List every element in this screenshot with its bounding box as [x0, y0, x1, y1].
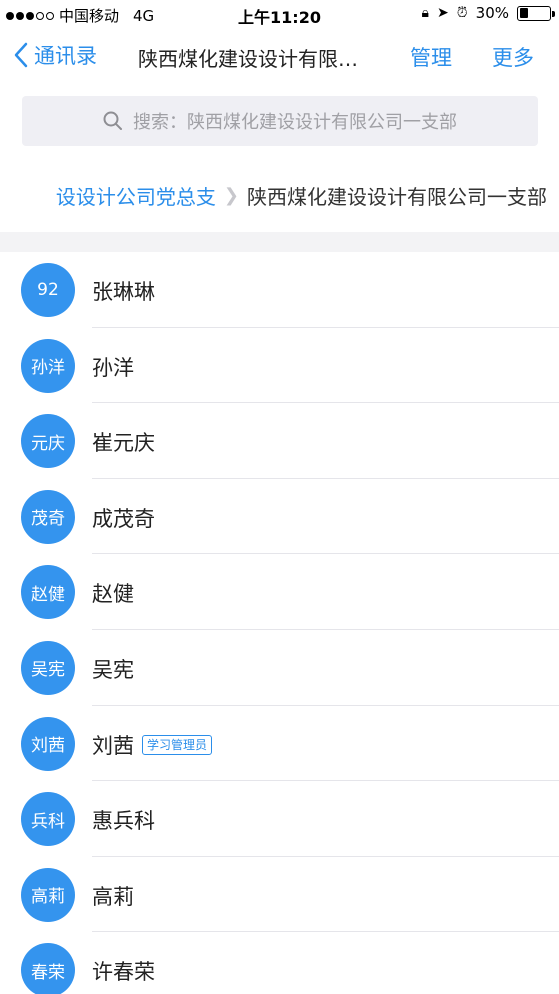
search-input[interactable]: 搜索：陕西煤化建设设计有限公司一支部 [22, 96, 538, 146]
manage-button[interactable]: 管理 [410, 42, 452, 72]
contact-name: 许春荣 [92, 960, 155, 985]
status-bar-right: 🔒︎ ➤ ⏰︎ 30% [421, 4, 555, 22]
avatar: 92 [21, 263, 75, 317]
avatar: 高莉 [21, 867, 75, 922]
navigation-bar: 通讯录 陕西煤化建设设计有限… 管理 更多 [0, 30, 559, 86]
contact-name: 高莉 [92, 884, 134, 909]
avatar: 春荣 [21, 943, 75, 994]
avatar: 刘茜 [21, 716, 75, 771]
contact-list: 92 张琳琳 孙洋 孙洋 元庆 崔元庆 茂奇 成茂奇 赵健 赵健 吴宪 吴宪 刘… [0, 252, 559, 994]
breadcrumb-current: 陕西煤化建设设计有限公司一支部 [247, 185, 547, 209]
avatar: 兵科 [21, 792, 75, 847]
contact-row[interactable]: 春荣 许春荣 [0, 932, 559, 994]
contact-row[interactable]: 92 张琳琳 [0, 252, 559, 328]
page-title: 陕西煤化建设设计有限… [138, 47, 358, 71]
battery-percent: 30% [475, 4, 509, 22]
rotation-lock-icon: 🔒︎ [421, 5, 429, 21]
contact-row[interactable]: 赵健 赵健 [0, 554, 559, 630]
location-arrow-icon: ➤ [437, 5, 449, 21]
chevron-left-icon [14, 42, 28, 68]
avatar: 茂奇 [21, 489, 75, 544]
battery-fill [519, 8, 529, 18]
battery-icon [517, 5, 555, 21]
avatar: 赵健 [21, 565, 75, 620]
avatar: 元庆 [21, 414, 75, 469]
back-label: 通讯录 [34, 44, 97, 68]
search-placeholder: 搜索：陕西煤化建设设计有限公司一支部 [133, 112, 457, 133]
search-icon [103, 111, 122, 130]
contact-row[interactable]: 茂奇 成茂奇 [0, 479, 559, 555]
status-bar: 中国移动 4G 上午11:20 🔒︎ ➤ ⏰︎ 30% [0, 0, 559, 30]
alarm-icon: ⏰︎ [456, 5, 468, 21]
more-button[interactable]: 更多 [492, 42, 534, 72]
breadcrumb: 设设计公司党总支 ❯ 陕西煤化建设设计有限公司一支部 [0, 156, 559, 232]
contact-name: 刘茜 [92, 733, 134, 758]
contact-row[interactable]: 刘茜 刘茜 学习管理员 [0, 706, 559, 782]
contact-row[interactable]: 吴宪 吴宪 [0, 630, 559, 706]
back-button[interactable]: 通讯录 [14, 40, 97, 70]
role-badge: 学习管理员 [142, 734, 213, 755]
section-separator [0, 232, 559, 252]
contact-name: 张琳琳 [92, 280, 155, 304]
chevron-right-icon: ❯ [223, 185, 239, 206]
contact-row[interactable]: 兵科 惠兵科 [0, 781, 559, 857]
avatar: 孙洋 [21, 338, 75, 393]
contact-row[interactable]: 孙洋 孙洋 [0, 328, 559, 404]
contact-name: 孙洋 [92, 355, 134, 380]
contact-name: 赵健 [92, 582, 134, 607]
contact-row[interactable]: 高莉 高莉 [0, 857, 559, 933]
contact-name: 崔元庆 [92, 431, 155, 456]
contact-name: 吴宪 [92, 657, 134, 682]
avatar: 吴宪 [21, 640, 75, 695]
contact-name: 惠兵科 [92, 809, 155, 834]
contact-name: 成茂奇 [92, 506, 155, 531]
contact-row[interactable]: 元庆 崔元庆 [0, 403, 559, 479]
breadcrumb-parent-link[interactable]: 设设计公司党总支 [56, 181, 216, 210]
